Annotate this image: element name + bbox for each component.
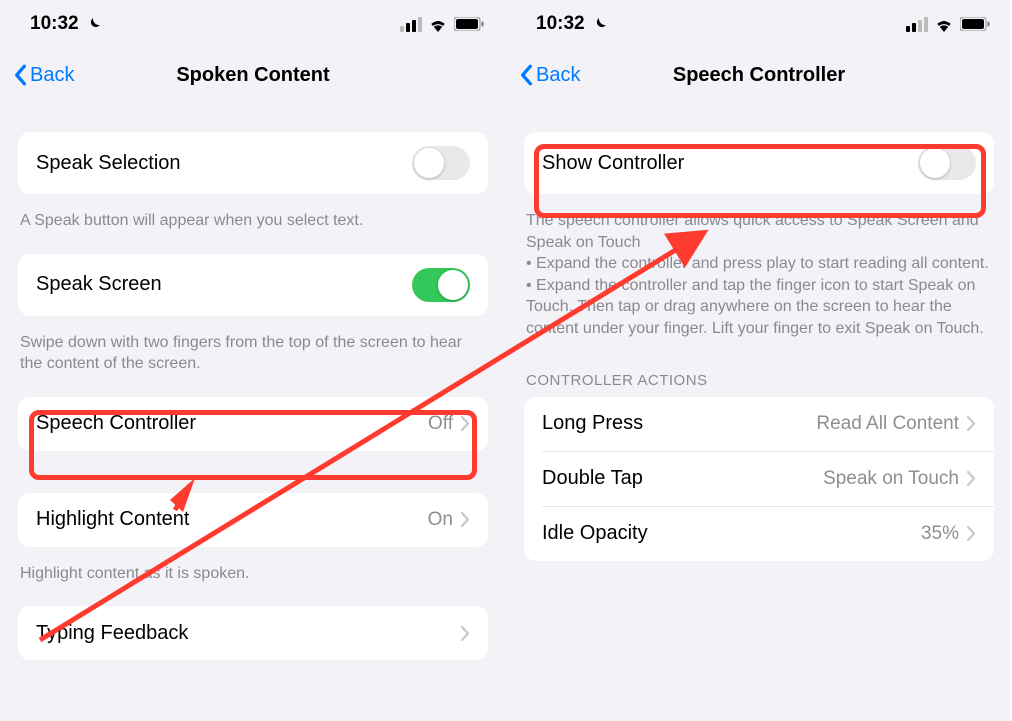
highlight-content-footer: Highlight content as it is spoken. (0, 555, 506, 607)
back-label: Back (30, 64, 74, 87)
double-tap-label: Double Tap (542, 467, 643, 490)
chevron-right-icon (461, 416, 470, 431)
typing-feedback-row[interactable]: Typing Feedback (18, 606, 488, 660)
cellular-signal-icon (400, 17, 422, 32)
speak-screen-toggle[interactable] (412, 268, 470, 302)
nav-title: Spoken Content (0, 64, 506, 87)
cellular-signal-icon (906, 17, 928, 32)
back-button[interactable]: Back (518, 64, 580, 87)
wifi-icon (934, 17, 954, 32)
chevron-right-icon (967, 471, 976, 486)
idle-opacity-label: Idle Opacity (542, 522, 648, 545)
show-controller-row[interactable]: Show Controller (524, 132, 994, 194)
right-screenshot: 10:32 Back Speech Controller (506, 0, 1012, 721)
nav-bar: Back Speech Controller (506, 48, 1012, 102)
controller-actions-header: Controller Actions (506, 362, 1012, 397)
chevron-left-icon (518, 64, 534, 86)
double-tap-row[interactable]: Double Tap Speak on Touch (524, 452, 994, 506)
battery-icon (454, 17, 484, 31)
long-press-row[interactable]: Long Press Read All Content (524, 397, 994, 451)
back-button[interactable]: Back (12, 64, 74, 87)
idle-opacity-row[interactable]: Idle Opacity 35% (524, 507, 994, 561)
highlight-content-label: Highlight Content (36, 508, 189, 531)
chevron-right-icon (461, 512, 470, 527)
left-screenshot: 10:32 Back Spoken Content (0, 0, 506, 721)
nav-bar: Back Spoken Content (0, 48, 506, 102)
highlight-content-value: On (428, 509, 453, 531)
speak-selection-row[interactable]: Speak Selection (18, 132, 488, 194)
long-press-label: Long Press (542, 412, 643, 435)
speech-controller-label: Speech Controller (36, 412, 196, 435)
speak-screen-row[interactable]: Speak Screen (18, 254, 488, 316)
chevron-right-icon (967, 416, 976, 431)
show-controller-label: Show Controller (542, 152, 684, 175)
speak-screen-label: Speak Screen (36, 273, 162, 296)
show-controller-toggle[interactable] (918, 146, 976, 180)
nav-title: Speech Controller (506, 64, 1012, 87)
chevron-right-icon (461, 626, 470, 641)
double-tap-value: Speak on Touch (823, 468, 959, 490)
do-not-disturb-icon (85, 16, 102, 33)
battery-icon (960, 17, 990, 31)
do-not-disturb-icon (591, 16, 608, 33)
speech-controller-row[interactable]: Speech Controller Off (18, 397, 488, 451)
speak-selection-label: Speak Selection (36, 152, 181, 175)
idle-opacity-value: 35% (921, 523, 959, 545)
chevron-right-icon (967, 526, 976, 541)
status-time: 10:32 (30, 13, 79, 35)
speak-screen-footer: Swipe down with two fingers from the top… (0, 324, 506, 397)
typing-feedback-label: Typing Feedback (36, 622, 188, 645)
highlight-content-row[interactable]: Highlight Content On (18, 493, 488, 547)
speak-selection-footer: A Speak button will appear when you sele… (0, 202, 506, 254)
back-label: Back (536, 64, 580, 87)
status-bar: 10:32 (0, 0, 506, 48)
speak-selection-toggle[interactable] (412, 146, 470, 180)
speech-controller-value: Off (428, 413, 453, 435)
status-bar: 10:32 (506, 0, 1012, 48)
long-press-value: Read All Content (816, 413, 959, 435)
status-time: 10:32 (536, 13, 585, 35)
show-controller-footer: The speech controller allows quick acces… (506, 202, 1012, 362)
wifi-icon (428, 17, 448, 32)
chevron-left-icon (12, 64, 28, 86)
